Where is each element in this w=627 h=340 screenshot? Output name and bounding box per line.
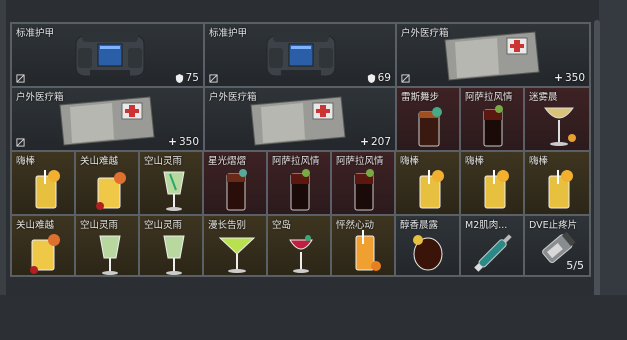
item-label: 标准护甲 bbox=[209, 28, 248, 39]
item-drink[interactable]: 嗨棒 bbox=[460, 151, 524, 215]
window-right-edge bbox=[599, 0, 627, 340]
item-drink[interactable]: 醇香晨露 bbox=[395, 215, 460, 276]
medkit-hp: +207 bbox=[360, 136, 391, 148]
item-outdoor-medkit-2[interactable]: 户外医疗箱 +350 bbox=[11, 87, 204, 151]
item-label: 雷斯舞步 bbox=[401, 92, 440, 103]
item-drink[interactable]: 怦然心动 bbox=[331, 215, 395, 276]
item-drink[interactable]: 嗨棒 bbox=[395, 151, 460, 215]
plus-icon: + bbox=[168, 136, 177, 148]
plus-icon: + bbox=[360, 136, 369, 148]
item-drink[interactable]: 阿萨拉风情 bbox=[460, 87, 524, 151]
item-drink[interactable]: 空山灵雨 bbox=[139, 215, 203, 276]
item-drink[interactable]: 迷雾晨 bbox=[524, 87, 590, 151]
syringe-icon bbox=[474, 234, 512, 272]
shield-icon bbox=[175, 73, 183, 83]
cocktail-icon bbox=[96, 172, 126, 210]
item-standard-armor-2[interactable]: 标准护甲 69 bbox=[204, 23, 396, 87]
item-outdoor-medkit-1[interactable]: 户外医疗箱 +350 bbox=[396, 23, 590, 87]
cocktail-icon bbox=[548, 170, 573, 209]
armor-durability: 75 bbox=[175, 72, 199, 84]
cocktail-icon bbox=[289, 235, 313, 273]
cocktail-icon bbox=[290, 169, 310, 211]
cocktail-icon bbox=[163, 171, 185, 211]
item-drink[interactable]: 空山灵雨 bbox=[139, 151, 203, 215]
inventory-scrollbar[interactable] bbox=[594, 20, 600, 340]
inventory-grid: 标准护甲 75 标准护甲 69 户外医疗箱 + 350 户外医疗箱 + 350 … bbox=[10, 22, 591, 277]
item-outdoor-medkit-3[interactable]: 户外医疗箱 +207 bbox=[204, 87, 396, 151]
no-durability-loss-icon bbox=[16, 74, 25, 83]
cocktail-icon bbox=[419, 170, 444, 209]
cocktail-icon bbox=[226, 169, 247, 211]
item-drink[interactable]: 星光熠熠 bbox=[203, 151, 267, 215]
item-label: 迷雾晨 bbox=[529, 92, 558, 103]
medkit-icon bbox=[250, 96, 346, 146]
item-label: M2肌肉... bbox=[465, 220, 508, 231]
item-drink[interactable]: 关山难越 bbox=[11, 215, 75, 276]
medkit-icon bbox=[59, 96, 155, 146]
item-quantity: 5/5 bbox=[566, 259, 584, 272]
medkit-hp: +350 bbox=[168, 136, 199, 148]
cocktail-icon bbox=[163, 235, 185, 275]
item-drink[interactable]: 漫长告别 bbox=[203, 215, 267, 276]
cocktail-icon bbox=[483, 105, 503, 147]
item-drink[interactable]: 嗨棒 bbox=[11, 151, 75, 215]
item-label: 嗨棒 bbox=[529, 156, 549, 167]
cocktail-icon bbox=[35, 170, 60, 209]
item-drink[interactable]: 空山灵雨 bbox=[75, 215, 139, 276]
item-label: 嗨棒 bbox=[16, 156, 36, 167]
item-drink[interactable]: 嗨棒 bbox=[524, 151, 590, 215]
item-drink[interactable]: 关山难越 bbox=[75, 151, 139, 215]
item-drink[interactable]: 阿萨拉风情 bbox=[267, 151, 331, 215]
shield-icon bbox=[367, 73, 375, 83]
cocktail-icon bbox=[544, 107, 576, 146]
cocktail-icon bbox=[418, 107, 442, 147]
window-left-edge bbox=[0, 0, 6, 340]
no-durability-loss-icon bbox=[401, 74, 410, 83]
item-label: 阿萨拉风情 bbox=[272, 156, 320, 167]
armor-vest-icon bbox=[75, 32, 145, 77]
bottom-area bbox=[0, 295, 627, 340]
cocktail-icon bbox=[30, 234, 60, 274]
item-muscle-stimulant[interactable]: M2肌肉... bbox=[460, 215, 524, 276]
item-label: 嗨棒 bbox=[400, 156, 420, 167]
item-drink[interactable]: 雷斯舞步 bbox=[396, 87, 460, 151]
no-durability-loss-icon bbox=[209, 74, 218, 83]
item-label: 标准护甲 bbox=[16, 28, 55, 39]
no-durability-loss-icon bbox=[16, 138, 25, 147]
cocktail-icon bbox=[355, 230, 381, 271]
cocktail-icon bbox=[413, 235, 443, 271]
item-label: 关山难越 bbox=[80, 156, 119, 167]
item-drink[interactable]: 空岛 bbox=[267, 215, 331, 276]
item-label: 阿萨拉风情 bbox=[465, 92, 513, 103]
plus-icon: + bbox=[554, 72, 563, 84]
cocktail-icon bbox=[218, 237, 256, 273]
medkit-hp: +350 bbox=[554, 72, 585, 84]
item-standard-armor-1[interactable]: 标准护甲 75 bbox=[11, 23, 204, 87]
item-drink[interactable]: 阿萨拉风情 bbox=[331, 151, 395, 215]
item-painkiller[interactable]: DVE止疼片 5/5 bbox=[524, 215, 590, 276]
cocktail-icon bbox=[99, 235, 121, 275]
item-label: 星光熠熠 bbox=[208, 156, 247, 167]
item-label: 嗨棒 bbox=[465, 156, 485, 167]
armor-durability: 69 bbox=[367, 72, 391, 84]
cocktail-icon bbox=[354, 169, 374, 211]
item-label: 阿萨拉风情 bbox=[336, 156, 384, 167]
armor-vest-icon bbox=[266, 32, 336, 77]
cocktail-icon bbox=[484, 170, 509, 209]
medkit-icon bbox=[444, 31, 540, 81]
